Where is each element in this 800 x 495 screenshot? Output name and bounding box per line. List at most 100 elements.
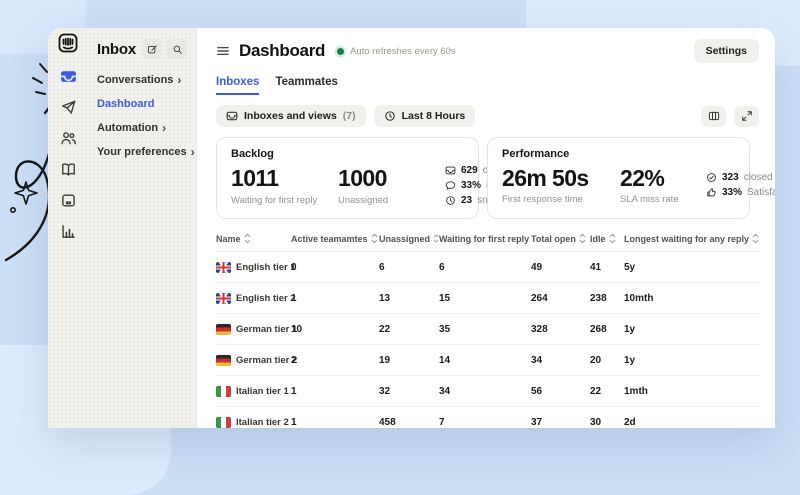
icon-rail: [48, 28, 88, 428]
expand-icon: [741, 110, 753, 122]
column-header-active-teamamtes[interactable]: Active teamamtes: [291, 233, 379, 244]
table-row[interactable]: German tier 2 2 19 14 34 20 1y: [216, 345, 759, 376]
inbox-name: German tier 1: [236, 324, 297, 335]
stat-sla-miss-rate: 22% SLA miss rate: [620, 165, 706, 205]
inbox-icon: [226, 110, 238, 122]
table-row[interactable]: Italian tier 2 1 458 7 37 30 2d: [216, 407, 759, 428]
cell-longest-waiting: 1mth: [624, 386, 759, 397]
card-title: Backlog: [231, 148, 464, 160]
cell-waiting-for-first-reply: 6: [439, 262, 531, 273]
cell-unassigned: 6: [379, 262, 439, 273]
auto-refresh-status: Auto refreshes every 60s: [337, 46, 456, 57]
main-content: Dashboard Auto refreshes every 60s Setti…: [196, 28, 775, 428]
cell-total-open: 49: [531, 262, 590, 273]
send-icon[interactable]: [55, 94, 81, 120]
table-row[interactable]: English tier 2 1 13 15 264 238 10mth: [216, 283, 759, 314]
filter-bar: Inboxes and views (7) Last 8 Hours: [216, 105, 759, 127]
search-button[interactable]: [167, 39, 187, 59]
cell-active-teammates: 1: [291, 293, 379, 304]
cell-active-teammates: 1: [291, 417, 379, 428]
settings-button[interactable]: Settings: [694, 39, 759, 63]
sort-icon: [609, 233, 616, 244]
nav-item-your-preferences[interactable]: Your preferences ›: [97, 146, 187, 158]
cell-longest-waiting: 5y: [624, 262, 759, 273]
cell-unassigned: 458: [379, 417, 439, 428]
uk-flag-icon: [216, 293, 231, 304]
cell-active-teammates: 2: [291, 355, 379, 366]
stat-cards: Backlog 1011 Waiting for first reply 100…: [216, 137, 759, 219]
columns-button[interactable]: [701, 106, 726, 127]
people-icon[interactable]: [55, 125, 81, 151]
compose-button[interactable]: [142, 39, 162, 59]
stat-satisfaction: 33%Satisfaction: [706, 187, 775, 198]
inbox-icon[interactable]: [55, 63, 81, 89]
device-icon[interactable]: [55, 187, 81, 213]
nav-title: Inbox: [97, 41, 136, 58]
cell-longest-waiting: 1y: [624, 324, 759, 335]
cell-idle: 268: [590, 324, 624, 335]
cell-total-open: 37: [531, 417, 590, 428]
cell-unassigned: 22: [379, 324, 439, 335]
report-icon[interactable]: [55, 218, 81, 244]
cell-total-open: 264: [531, 293, 590, 304]
cell-longest-waiting: 10mth: [624, 293, 759, 304]
stat-closed: 323closed: [706, 172, 775, 183]
nav-item-conversations[interactable]: Conversations ›: [97, 74, 187, 86]
it-flag-icon: [216, 386, 231, 397]
cell-total-open: 328: [531, 324, 590, 335]
page-title: Dashboard: [239, 41, 325, 61]
cell-unassigned: 19: [379, 355, 439, 366]
columns-icon: [708, 110, 720, 122]
collapse-sidebar-icon[interactable]: [216, 44, 230, 58]
tab-inboxes[interactable]: Inboxes: [216, 76, 259, 95]
app-window: Inbox Conversations › Dashboard Automa: [48, 28, 775, 428]
cell-waiting-for-first-reply: 35: [439, 324, 531, 335]
cell-waiting-for-first-reply: 14: [439, 355, 531, 366]
cell-total-open: 56: [531, 386, 590, 397]
table-row[interactable]: German tier 1 10 22 35 328 268 1y: [216, 314, 759, 345]
cell-waiting-for-first-reply: 15: [439, 293, 531, 304]
sparkle-doodle: [11, 182, 37, 212]
column-header-unassigned[interactable]: Unassigned: [379, 233, 439, 244]
cell-active-teammates: 10: [291, 324, 379, 335]
time-range-filter[interactable]: Last 8 Hours: [374, 105, 476, 127]
column-header-longest-waiting-for-any-reply[interactable]: Longest waiting for any reply: [624, 233, 759, 244]
backlog-card: Backlog 1011 Waiting for first reply 100…: [216, 137, 479, 219]
book-icon[interactable]: [55, 156, 81, 182]
uk-flag-icon: [216, 262, 231, 273]
cell-longest-waiting: 1y: [624, 355, 759, 366]
clock-icon: [445, 195, 456, 206]
stat-unassigned: 1000 Unassigned: [338, 165, 445, 205]
inbox-name: English tier 1: [236, 262, 296, 273]
performance-card: Performance 26m 50s First response time …: [487, 137, 750, 219]
table-body: English tier 1 0 6 6 49 41 5y English ti…: [216, 252, 759, 428]
sort-icon: [579, 233, 586, 244]
column-header-idle[interactable]: Idle: [590, 233, 624, 244]
stat-waiting-first-reply: 1011 Waiting for first reply: [231, 165, 338, 205]
sidebar: Inbox Conversations › Dashboard Automa: [48, 28, 196, 428]
table-row[interactable]: Italian tier 1 1 32 34 56 22 1mth: [216, 376, 759, 407]
chat-bubble-icon: [445, 180, 456, 191]
cell-waiting-for-first-reply: 34: [439, 386, 531, 397]
tab-teammates[interactable]: Teammates: [275, 76, 337, 95]
column-header-name[interactable]: Name: [216, 233, 291, 244]
inbox-name: English tier 2: [236, 293, 296, 304]
nav-item-automation[interactable]: Automation ›: [97, 122, 187, 134]
inbox-name: Italian tier 2: [236, 417, 289, 428]
cell-active-teammates: 0: [291, 262, 379, 273]
inboxes-views-filter[interactable]: Inboxes and views (7): [216, 105, 366, 127]
expand-button[interactable]: [734, 106, 759, 127]
inbox-nav-panel: Inbox Conversations › Dashboard Automa: [88, 28, 196, 428]
chevron-right-icon: ›: [162, 122, 166, 134]
cell-idle: 41: [590, 262, 624, 273]
column-header-waiting-for-first-reply[interactable]: Waiting for first reply: [439, 233, 531, 244]
it-flag-icon: [216, 417, 231, 428]
cell-unassigned: 13: [379, 293, 439, 304]
sort-icon: [371, 233, 378, 244]
nav-item-dashboard[interactable]: Dashboard: [97, 98, 187, 110]
cell-total-open: 34: [531, 355, 590, 366]
table-row[interactable]: English tier 1 0 6 6 49 41 5y: [216, 252, 759, 283]
column-header-total-open[interactable]: Total open: [531, 233, 590, 244]
card-title: Performance: [502, 148, 735, 160]
thumbs-up-icon: [706, 187, 717, 198]
